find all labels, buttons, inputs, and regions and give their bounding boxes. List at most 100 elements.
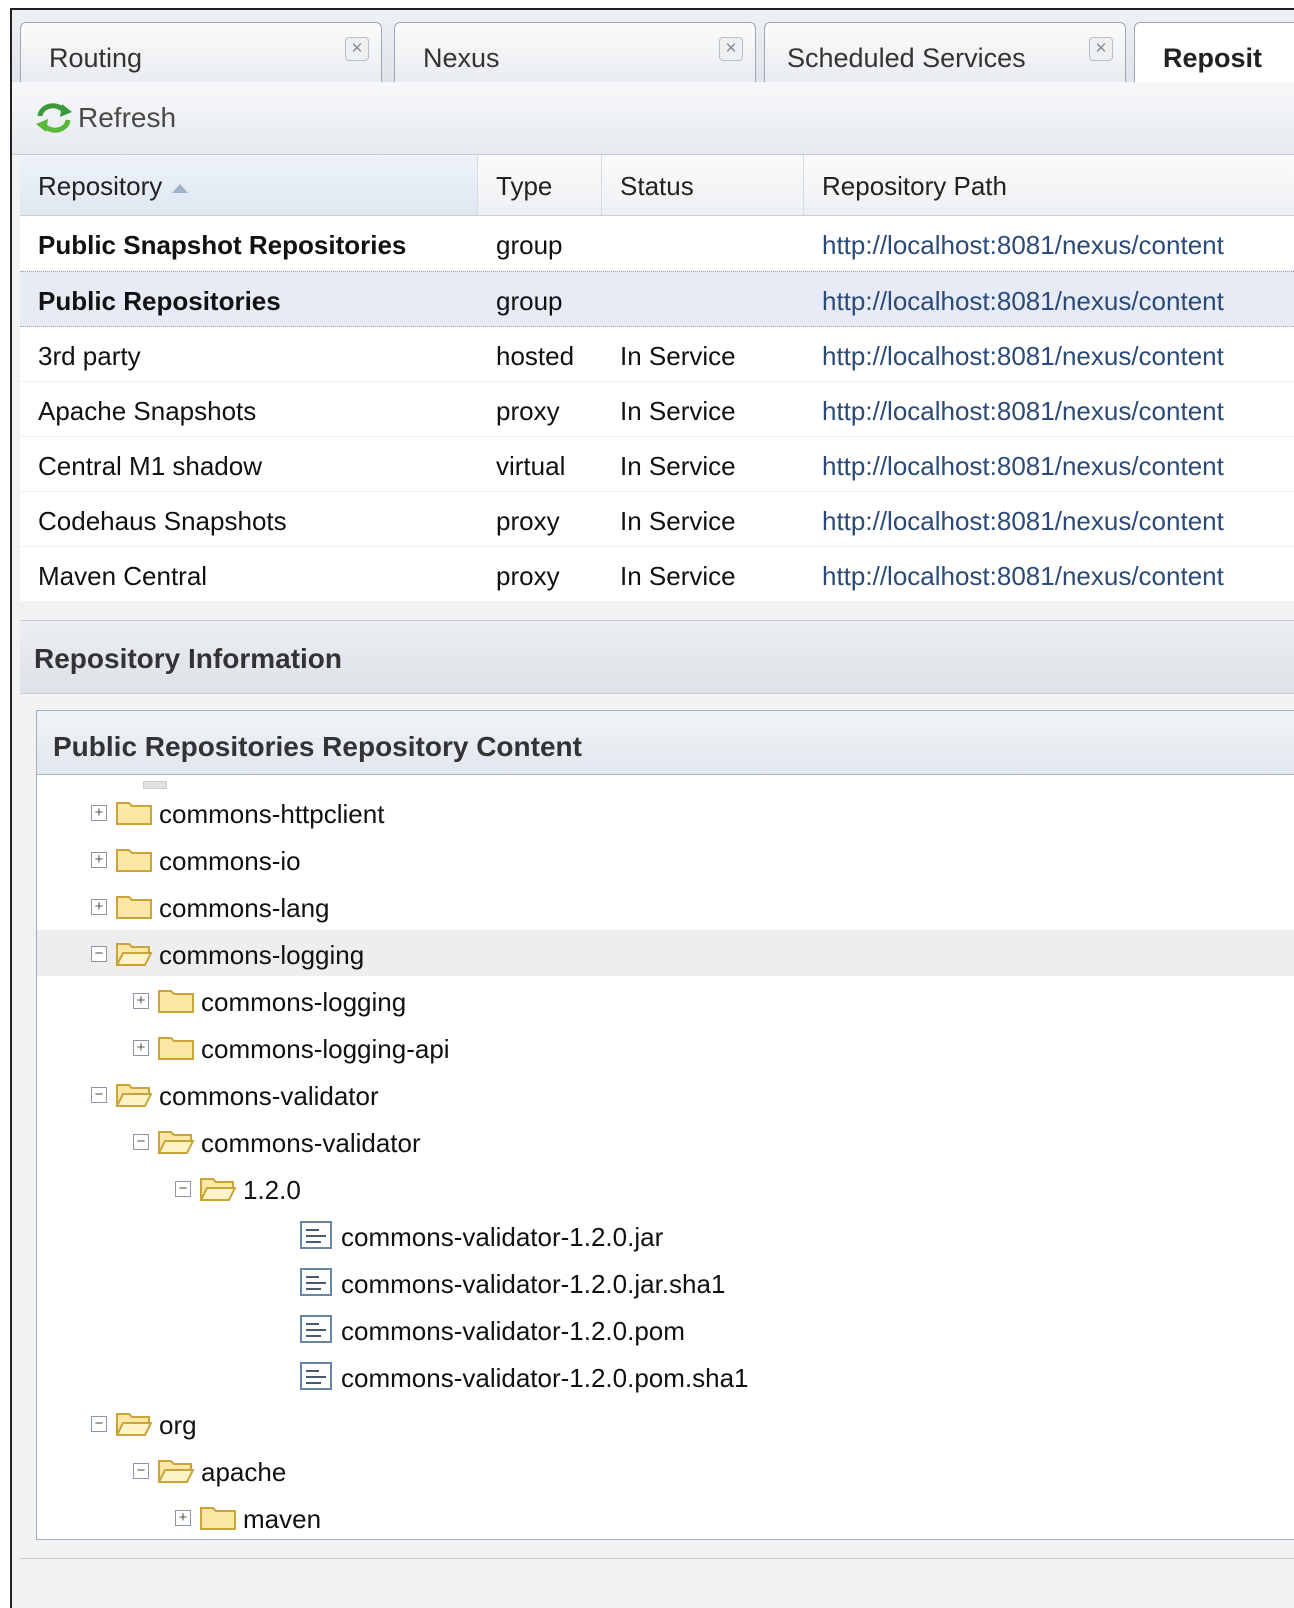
tree-item-label: commons-validator-1.2.0.pom.sha1: [341, 1363, 749, 1393]
folder-icon: [115, 845, 153, 878]
tree-folder-item[interactable]: + commons-io: [37, 836, 1294, 882]
expand-icon[interactable]: +: [133, 1040, 149, 1056]
expand-icon[interactable]: +: [133, 993, 149, 1009]
collapse-icon[interactable]: −: [91, 1416, 107, 1432]
column-header-repository[interactable]: Repository: [20, 155, 478, 215]
tree-folder-item[interactable]: + commons-logging-api: [37, 1024, 1294, 1070]
folder-icon: [157, 986, 195, 1019]
repository-content-panel: Public Repositories Repository Content +…: [36, 710, 1294, 1540]
repository-name: Public Snapshot Repositories: [38, 230, 407, 260]
file-icon: [299, 1314, 333, 1349]
tree-folder-item[interactable]: + commons-lang: [37, 883, 1294, 929]
table-row[interactable]: Apache Snapshots proxy In Service http:/…: [20, 382, 1294, 437]
tab-scheduled-services[interactable]: Scheduled Services ✕: [764, 22, 1126, 82]
tab-repositories[interactable]: Reposit: [1134, 22, 1294, 84]
tab-label: Routing: [49, 43, 143, 73]
repository-type: virtual: [496, 451, 566, 481]
file-icon: [299, 1220, 333, 1255]
tree-folder-item[interactable]: + maven: [37, 1494, 1294, 1539]
table-row[interactable]: Public Snapshot Repositories group http:…: [20, 216, 1294, 271]
sort-ascending-icon: [172, 183, 189, 193]
repository-name: Apache Snapshots: [38, 396, 257, 426]
close-icon[interactable]: ✕: [1089, 37, 1113, 61]
folder-icon: [199, 1503, 237, 1536]
repository-path-link[interactable]: http://localhost:8081/nexus/content: [804, 492, 1294, 546]
close-icon[interactable]: ✕: [345, 37, 369, 61]
refresh-icon: [36, 103, 72, 133]
tree-folder-item[interactable]: − org: [37, 1400, 1294, 1446]
tree-folder-item[interactable]: + commons-httpclient: [37, 789, 1294, 835]
column-header-repository-path[interactable]: Repository Path: [804, 155, 1294, 215]
collapse-icon[interactable]: −: [91, 1087, 107, 1103]
collapse-icon[interactable]: −: [133, 1463, 149, 1479]
tree-item-label: org: [159, 1410, 197, 1440]
toolbar: Refresh: [12, 82, 1294, 155]
table-row[interactable]: Central M1 shadow virtual In Service htt…: [20, 437, 1294, 492]
tree-file-item[interactable]: commons-validator-1.2.0.pom: [37, 1306, 1294, 1352]
repository-name: Codehaus Snapshots: [38, 506, 287, 536]
tree-item-label: commons-validator-1.2.0.jar: [341, 1222, 664, 1252]
folder-icon: [115, 798, 153, 831]
tree-scroll-stub: [143, 781, 167, 789]
refresh-button[interactable]: Refresh: [32, 100, 176, 136]
tree-item-label: commons-validator-1.2.0.pom: [341, 1316, 685, 1346]
tree-folder-item[interactable]: − apache: [37, 1447, 1294, 1493]
collapse-icon[interactable]: −: [175, 1181, 191, 1197]
repository-path-link[interactable]: http://localhost:8081/nexus/content: [804, 327, 1294, 381]
folder-open-icon: [115, 1080, 153, 1113]
nexus-window: Routing ✕ Nexus ✕ Scheduled Services ✕ R…: [10, 8, 1294, 1608]
repository-path-link[interactable]: http://localhost:8081/nexus/content: [804, 547, 1294, 601]
column-label: Repository: [38, 171, 163, 201]
expand-icon[interactable]: +: [91, 899, 107, 915]
column-label: Status: [620, 171, 694, 201]
repository-path-link[interactable]: http://localhost:8081/nexus/content: [804, 216, 1294, 270]
repository-path-link[interactable]: http://localhost:8081/nexus/content: [804, 437, 1294, 491]
table-row[interactable]: Public Repositories group http://localho…: [20, 271, 1294, 327]
tree-folder-item[interactable]: − commons-validator: [37, 1118, 1294, 1164]
collapse-icon[interactable]: −: [91, 946, 107, 962]
tree-file-item[interactable]: commons-validator-1.2.0.jar: [37, 1212, 1294, 1258]
collapse-icon[interactable]: −: [133, 1134, 149, 1150]
tree-folder-item[interactable]: − commons-logging: [37, 930, 1294, 976]
tree-file-item[interactable]: commons-validator-1.2.0.pom.sha1: [37, 1353, 1294, 1399]
folder-open-icon: [157, 1456, 195, 1489]
tree-file-item[interactable]: commons-validator-1.2.0.jar.sha1: [37, 1259, 1294, 1305]
column-label: Repository Path: [822, 171, 1007, 201]
refresh-label: Refresh: [78, 102, 177, 133]
tree-folder-item[interactable]: − 1.2.0: [37, 1165, 1294, 1211]
repository-path-link[interactable]: http://localhost:8081/nexus/content: [804, 382, 1294, 436]
file-icon: [299, 1267, 333, 1302]
expand-icon[interactable]: +: [91, 852, 107, 868]
table-row[interactable]: Codehaus Snapshots proxy In Service http…: [20, 492, 1294, 547]
folder-open-icon: [115, 939, 153, 972]
repository-information-header: Repository Information: [20, 620, 1294, 694]
tree-item-label: maven: [243, 1504, 322, 1534]
repository-content-title: Public Repositories Repository Content: [37, 711, 1294, 775]
tab-routing[interactable]: Routing ✕: [20, 22, 382, 82]
repository-path-link[interactable]: http://localhost:8081/nexus/content: [804, 272, 1294, 326]
repository-type: group: [496, 286, 563, 316]
file-icon: [299, 1361, 333, 1396]
tree-item-label: commons-validator: [201, 1128, 421, 1158]
tab-label: Scheduled Services: [787, 43, 1026, 73]
tab-strip: Routing ✕ Nexus ✕ Scheduled Services ✕ R…: [12, 10, 1294, 84]
repository-name: 3rd party: [38, 341, 141, 371]
repository-type: proxy: [496, 506, 560, 536]
tab-nexus[interactable]: Nexus ✕: [394, 22, 756, 82]
table-row[interactable]: Maven Central proxy In Service http://lo…: [20, 547, 1294, 602]
expand-icon[interactable]: +: [91, 805, 107, 821]
column-label: Type: [496, 171, 553, 201]
repository-status: [602, 216, 804, 270]
tree-folder-item[interactable]: + commons-logging: [37, 977, 1294, 1023]
column-header-type[interactable]: Type: [478, 155, 602, 215]
tree-folder-item[interactable]: − commons-validator: [37, 1071, 1294, 1117]
repository-status: In Service: [620, 341, 736, 371]
repository-status: In Service: [620, 396, 736, 426]
expand-icon[interactable]: +: [175, 1510, 191, 1526]
close-icon[interactable]: ✕: [719, 37, 743, 61]
column-header-status[interactable]: Status: [602, 155, 804, 215]
tree-item-label: commons-validator-1.2.0.jar.sha1: [341, 1269, 726, 1299]
table-row[interactable]: 3rd party hosted In Service http://local…: [20, 327, 1294, 382]
repository-grid: Repository Type Status Repository Path P…: [20, 155, 1294, 602]
tree-item-label: commons-logging-api: [201, 1034, 450, 1064]
